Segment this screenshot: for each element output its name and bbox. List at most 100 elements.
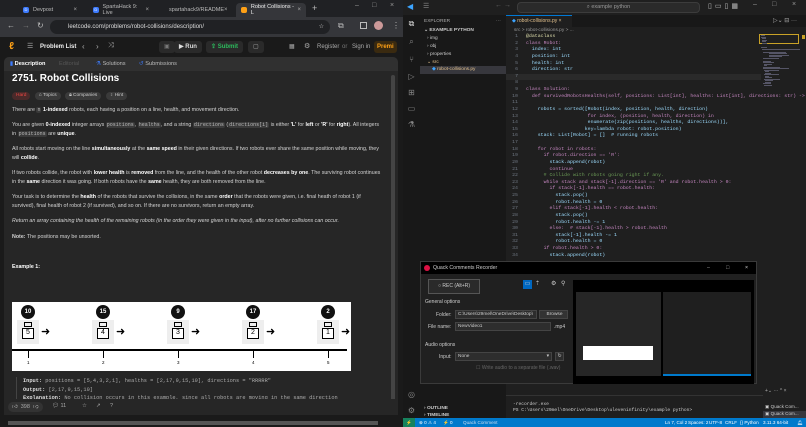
manage-gear-icon[interactable]: ⚙ <box>407 406 416 415</box>
comments-button[interactable]: 💬︎ 11 <box>52 403 66 409</box>
terminal-item[interactable]: ▣ Quack Com... <box>765 404 799 410</box>
code-line[interactable]: 25 stack.pop() <box>506 193 761 200</box>
code-line[interactable]: 8 <box>506 80 761 87</box>
terminal-actions[interactable]: +⌄ ··· ^ × <box>765 388 787 394</box>
workspace-folder[interactable]: ⌄ EXAMPLE PYTHON <box>424 28 474 33</box>
browser-tab-leetcode[interactable]: Robot Collisions - L × <box>236 3 306 17</box>
close-window-button[interactable]: × <box>390 2 394 9</box>
python-interpreter[interactable]: 3.11.3 64-bit <box>763 418 788 427</box>
source-control-icon[interactable]: ⑂ <box>407 55 416 64</box>
remote-explorer-icon[interactable]: ▭ <box>407 104 416 113</box>
tree-item-src[interactable]: ⌄ src <box>427 60 439 65</box>
minimize-button[interactable]: – <box>355 2 359 9</box>
code-line[interactable]: 24 if stack[-1].health == robot.health: <box>506 186 761 193</box>
code-line[interactable]: 17 <box>506 140 761 147</box>
code-line[interactable]: 28 stack.pop() <box>506 213 761 220</box>
pin-icon[interactable]: ⚲ <box>561 280 565 287</box>
extensions-icon[interactable]: ⧉ <box>338 21 344 31</box>
extensions-icon[interactable]: ⊞ <box>407 88 416 97</box>
companies-button[interactable]: 🔒︎ Companies <box>65 91 102 100</box>
minimize-button[interactable]: – <box>707 262 710 274</box>
cursor-position[interactable]: Ln 7, Col 2 <box>665 418 687 427</box>
reload-icon[interactable]: ↻ <box>37 21 44 30</box>
run-debug-icon[interactable]: ▷ <box>407 72 416 81</box>
code-line[interactable]: 33 if robot.health > 0: <box>506 246 761 253</box>
run-file-icon[interactable]: ▷⌄ ⊟ ··· <box>773 17 797 24</box>
register-link[interactable]: Register <box>317 44 339 50</box>
share-icon[interactable]: ↗ <box>96 403 101 409</box>
file-name-input[interactable]: NewVideo1 <box>455 322 551 331</box>
tree-item-obj[interactable]: › obj <box>427 44 436 49</box>
code-line[interactable]: 27 elif stack[-1].health < robot.health: <box>506 206 761 213</box>
close-icon[interactable]: × <box>73 7 77 13</box>
indentation[interactable]: Spaces: 2 <box>688 418 708 427</box>
favorite-star-icon[interactable]: ☆ <box>82 403 87 409</box>
nav-back-icon[interactable]: ← → <box>495 2 511 9</box>
folder-input[interactable]: C:\Users\29mel\OneDrive\Desktop\ <box>455 310 537 319</box>
record-button[interactable]: ○ REC (Alt+R) <box>428 279 480 294</box>
help-icon[interactable]: ? <box>110 403 113 409</box>
breadcrumb[interactable]: src > robot-collisions.py > ... <box>514 28 574 33</box>
avatar[interactable] <box>374 21 383 30</box>
code-lines[interactable]: 1 @dataclass 2 class Robot: 3 index: int 4 po… <box>506 34 805 260</box>
new-tab-button[interactable]: + <box>312 3 317 13</box>
minimize-button[interactable]: – <box>753 1 757 8</box>
code-line[interactable]: 32 robot.health = 0 <box>506 239 761 246</box>
code-line[interactable]: 6 direction: str <box>506 67 761 74</box>
browser-tab-devpost[interactable]: D Devpost × <box>18 3 82 17</box>
scrollbar-thumb[interactable] <box>8 421 378 425</box>
sidepanel-icon[interactable] <box>360 22 367 29</box>
like-button[interactable]: 👍︎ 398 👎︎ <box>8 402 43 412</box>
maximize-button[interactable]: □ <box>726 262 729 274</box>
debug-button[interactable]: ▣ <box>159 41 175 53</box>
code-line[interactable]: 4 position: int <box>506 54 761 61</box>
line-ending[interactable]: CRLF <box>725 418 737 427</box>
tree-item-robot-collisions[interactable]: ◆ robot-collisions.py <box>420 66 506 74</box>
account-icon[interactable]: ◎ <box>407 390 416 399</box>
tab-editorial[interactable]: Editorial <box>59 61 79 67</box>
remote-icon[interactable]: ⚡ <box>403 418 415 427</box>
code-line[interactable]: 1 @dataclass <box>506 34 761 41</box>
tree-item-properties[interactable]: › properties <box>427 52 451 57</box>
code-line[interactable]: 34 stack.append(robot) <box>506 253 761 260</box>
back-icon[interactable]: ← <box>7 21 15 30</box>
terminal[interactable]: -recorder.exe PS C:\Users\29mel\OneDrive… <box>506 395 806 418</box>
tab-submissions[interactable]: ↺ Submissions <box>139 61 177 67</box>
language-mode[interactable]: {} Python <box>740 418 759 427</box>
leetcode-logo[interactable]: ℓ <box>9 41 14 53</box>
close-button[interactable]: × <box>745 262 748 274</box>
run-button[interactable]: ▶ Run <box>174 41 202 53</box>
browser-tab-github[interactable]: spartahack9/README × <box>160 3 230 17</box>
maximize-button[interactable]: □ <box>372 2 376 9</box>
submit-button[interactable]: ⇪ Submit <box>206 41 244 53</box>
maximize-button[interactable]: □ <box>772 1 776 8</box>
sign-in-link[interactable]: Sign in <box>352 44 370 50</box>
more-icon[interactable]: ··· <box>496 19 501 24</box>
topics-button[interactable]: ⌂ Topics <box>34 91 61 100</box>
problems-status[interactable]: ⊗ 0 ⚠ 4 <box>419 418 436 427</box>
code-line[interactable]: 22 # Collide with robots going right if … <box>506 173 761 180</box>
quack-comment-status[interactable]: Quack Comment <box>463 418 497 427</box>
notifications-icon[interactable]: 🔔︎ <box>797 418 803 427</box>
code-line[interactable]: 20 stack.append(robot) <box>506 160 761 167</box>
close-icon[interactable]: × <box>224 7 228 13</box>
browse-button[interactable]: Browse <box>539 310 568 319</box>
close-icon[interactable]: × <box>145 7 149 13</box>
tab-description[interactable]: ▮ Description <box>10 61 45 67</box>
menu-icon[interactable]: ⋮ <box>392 21 400 30</box>
tree-item-img[interactable]: › img <box>427 36 438 41</box>
code-line[interactable]: 11 <box>506 100 761 107</box>
close-button[interactable]: × <box>792 1 796 8</box>
command-center-search[interactable]: ⌕ example python <box>517 2 700 13</box>
code-line[interactable]: 3 index: int <box>506 47 761 54</box>
code-line[interactable]: 19 if robot.direction == 'R': <box>506 153 761 160</box>
settings-icon[interactable]: ⚙ <box>551 280 556 287</box>
vertical-scrollbar[interactable] <box>391 75 395 405</box>
prev-problem-icon[interactable]: ‹ <box>82 42 85 51</box>
layout-icon[interactable]: ▦ <box>289 43 295 50</box>
menu-icon[interactable]: ☰ <box>423 2 429 10</box>
testing-icon[interactable]: ⚗ <box>407 120 416 129</box>
settings-icon[interactable]: ⚙ <box>304 42 310 50</box>
layout-toggles[interactable]: ▯▭▯▦ <box>708 2 741 10</box>
code-line[interactable]: 14 enumerate(zip(positions, healths, dir… <box>506 120 761 127</box>
